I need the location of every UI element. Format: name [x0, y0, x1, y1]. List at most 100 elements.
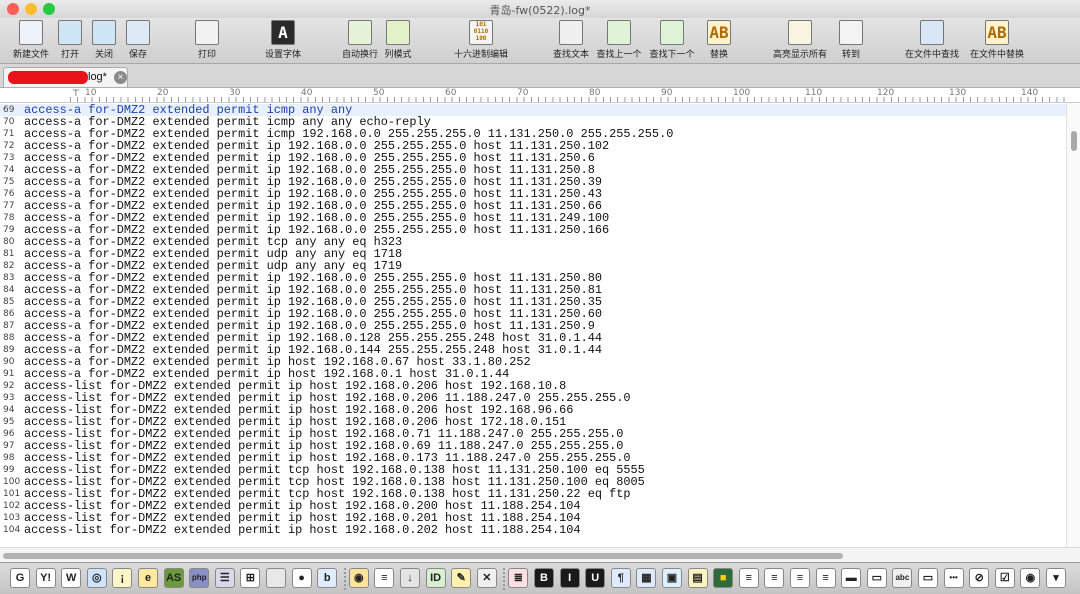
horizontal-scroll-thumb[interactable] — [3, 553, 843, 559]
xml-icon[interactable]: ✕ — [476, 568, 497, 588]
yahoo-icon[interactable]: Y! — [35, 568, 56, 588]
block-icon[interactable]: ▬ — [841, 568, 862, 588]
toolbar-button-5[interactable]: A 设置字体 — [257, 20, 309, 62]
toolbar-separator — [343, 568, 346, 590]
line-number: 87 — [3, 321, 15, 331]
google-icon[interactable]: G — [10, 568, 30, 588]
ie-icon[interactable]: e — [138, 568, 158, 588]
apple-dark-icon[interactable]: ● — [291, 568, 312, 588]
italic-icon[interactable]: I — [559, 568, 580, 588]
highlight-all-icon — [788, 20, 812, 45]
horizontal-scrollbar[interactable] — [0, 547, 1080, 562]
line-number: 84 — [3, 285, 15, 295]
goto-icon — [839, 20, 863, 45]
tip-icon[interactable]: ¡ — [112, 568, 133, 588]
web-icon[interactable]: ◎ — [86, 568, 107, 588]
asp-icon[interactable]: AS — [163, 568, 184, 588]
binoculars-icon — [559, 20, 583, 45]
toolbar-button-label: 高亮显示所有 — [772, 50, 827, 60]
id-icon[interactable]: ID — [425, 568, 446, 588]
toolbar-button-10[interactable]: 查找上一个 — [590, 20, 648, 62]
justify-icon[interactable]: ≡ — [815, 568, 836, 588]
tab-close-icon[interactable]: × — [114, 71, 127, 84]
toolbar-separator — [503, 568, 506, 590]
line-number: 104 — [3, 525, 21, 535]
toolbar-button-11[interactable]: 查找下一个 — [643, 20, 701, 62]
font-icon-glyph: A — [278, 23, 288, 42]
magic-wand-icon[interactable]: ✎ — [451, 568, 472, 588]
line-number: 92 — [3, 381, 15, 391]
wikipedia-icon[interactable]: W — [61, 568, 82, 588]
toolbar-button-label: 打开 — [60, 50, 79, 60]
toolbar-button-2[interactable]: 关闭 — [86, 20, 122, 62]
save-icon — [126, 20, 150, 45]
ruler-mark: 110 — [805, 88, 823, 98]
checkbox-icon[interactable]: ☑ — [994, 568, 1015, 588]
field-icon[interactable]: ▭ — [918, 568, 938, 588]
line-number: 82 — [3, 261, 15, 271]
chrome-icon[interactable]: ◉ — [348, 568, 369, 588]
php-icon[interactable]: php — [189, 568, 210, 588]
title-bar: 青岛-fw(0522).log* — [0, 0, 1080, 18]
line-number: 96 — [3, 429, 15, 439]
text-editor[interactable]: 69 access-a for-DMZ2 extended permit icmp… — [0, 103, 1080, 547]
align-right-icon[interactable]: ≡ — [790, 568, 810, 588]
ruler-mark: 30 — [229, 88, 241, 98]
line-number: 78 — [3, 213, 15, 223]
ruler-mark: 80 — [589, 88, 601, 98]
ruler-mark: 20 — [157, 88, 169, 98]
toolbar-button-0[interactable]: 新建文件 — [5, 20, 57, 62]
toolbar-button-label: 设置字体 — [264, 50, 301, 60]
password-icon[interactable]: ••• — [943, 568, 964, 588]
line-number: 70 — [3, 117, 15, 127]
toolbar-button-13[interactable]: 高亮显示所有 — [766, 20, 834, 62]
table-icon[interactable]: ▦ — [636, 568, 657, 588]
no-icon[interactable]: ⊘ — [969, 568, 990, 588]
image-icon[interactable]: ▣ — [662, 568, 682, 588]
toolbar-button-14[interactable]: 转到 — [833, 20, 869, 62]
line-number: 102 — [3, 501, 21, 511]
file-tab[interactable]: log* × — [3, 67, 128, 87]
vertical-scrollbar[interactable] — [1066, 103, 1080, 547]
line-number: 97 — [3, 441, 15, 451]
ruler-mark: 90 — [661, 88, 673, 98]
toolbar-button-12[interactable]: AB 替换 — [701, 20, 737, 62]
replace-in-files-icon: AB — [985, 20, 1009, 45]
toolbar-button-16[interactable]: AB 在文件中替换 — [963, 20, 1031, 62]
toolbar-button-15[interactable]: 在文件中查找 — [898, 20, 966, 62]
radio-icon[interactable]: ◉ — [1020, 568, 1041, 588]
windows-icon[interactable]: ⊞ — [240, 568, 261, 588]
align-center-icon[interactable]: ≡ — [764, 568, 785, 588]
align-left-icon[interactable]: ≡ — [738, 568, 759, 588]
document-icon[interactable]: ≡ — [374, 568, 395, 588]
code-line[interactable]: 104 access-list for-DMZ2 extended permit … — [0, 524, 1066, 536]
line-number: 89 — [3, 345, 15, 355]
apple-icon[interactable] — [266, 568, 286, 588]
toolbar-button-3[interactable]: 保存 — [120, 20, 156, 62]
toolbar-button-label: 查找下一个 — [649, 50, 695, 60]
color-icon[interactable]: ■ — [713, 568, 734, 588]
bing-icon[interactable]: b — [317, 568, 338, 588]
ruler-mark: 60 — [445, 88, 457, 98]
page-icon[interactable]: ▭ — [866, 568, 887, 588]
bold-icon[interactable]: B — [534, 568, 554, 588]
download-icon[interactable]: ↓ — [400, 568, 420, 588]
vertical-scroll-thumb[interactable] — [1071, 131, 1077, 151]
select-icon[interactable]: ▾ — [1046, 568, 1066, 588]
print-icon — [195, 20, 219, 45]
underline-icon[interactable]: U — [585, 568, 606, 588]
line-number: 75 — [3, 177, 15, 187]
toolbar-button-4[interactable]: 打印 — [189, 20, 225, 62]
list-icon[interactable]: ≣ — [508, 568, 529, 588]
toolbar-button-1[interactable]: 打开 — [52, 20, 88, 62]
window-title: 青岛-fw(0522).log* — [489, 4, 591, 17]
perl-icon[interactable]: ☰ — [214, 568, 235, 588]
line-number: 73 — [3, 153, 15, 163]
paragraph-icon[interactable]: ¶ — [610, 568, 631, 588]
abc-icon[interactable]: abc — [892, 568, 913, 588]
toolbar-button-8[interactable]: 101 0110 100 十六进制编辑 — [447, 20, 515, 62]
form-icon[interactable]: ▤ — [687, 568, 708, 588]
toolbar-button-7[interactable]: 列模式 — [378, 20, 418, 62]
new-file-icon — [19, 20, 43, 45]
column-mode-icon — [386, 20, 410, 45]
